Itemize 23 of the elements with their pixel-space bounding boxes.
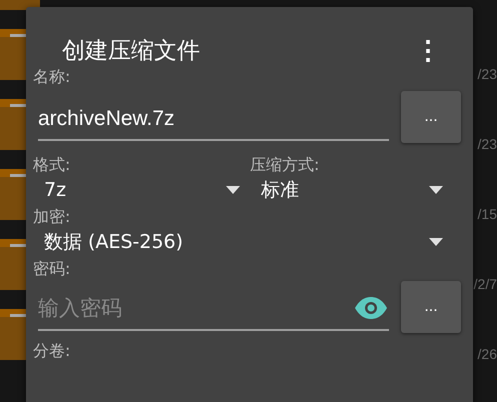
eye-icon[interactable] [355,297,387,319]
caret-icon [429,238,443,246]
dropdown[interactable]: 数据 (AES-256) [33,227,461,257]
input-field[interactable]: archiveNew.7z [38,93,389,141]
field-label: 名称: [33,67,72,87]
date-text: /23 [478,66,497,82]
field-label: 压缩方式: [250,155,320,175]
field-label: 加密: [33,207,72,227]
dropdown[interactable]: 标准 [250,175,461,205]
browse-button[interactable]: ... [401,91,461,143]
date-text: /15 [478,206,497,222]
options-button[interactable]: ... [401,281,461,333]
date-text: /26 [478,346,497,362]
caret-icon [226,186,240,194]
date-text: /23 [478,136,497,152]
field-label: 密码: [33,259,72,279]
dropdown[interactable]: 7z [33,175,250,205]
field-label: 格式: [33,155,72,175]
menu-button[interactable]: ⋮ [405,34,461,66]
field-label: 分卷: [33,341,72,361]
caret-icon [429,186,443,194]
dialog-title: 创建压缩文件 [62,36,200,66]
date-text: /2/7 [474,276,497,292]
